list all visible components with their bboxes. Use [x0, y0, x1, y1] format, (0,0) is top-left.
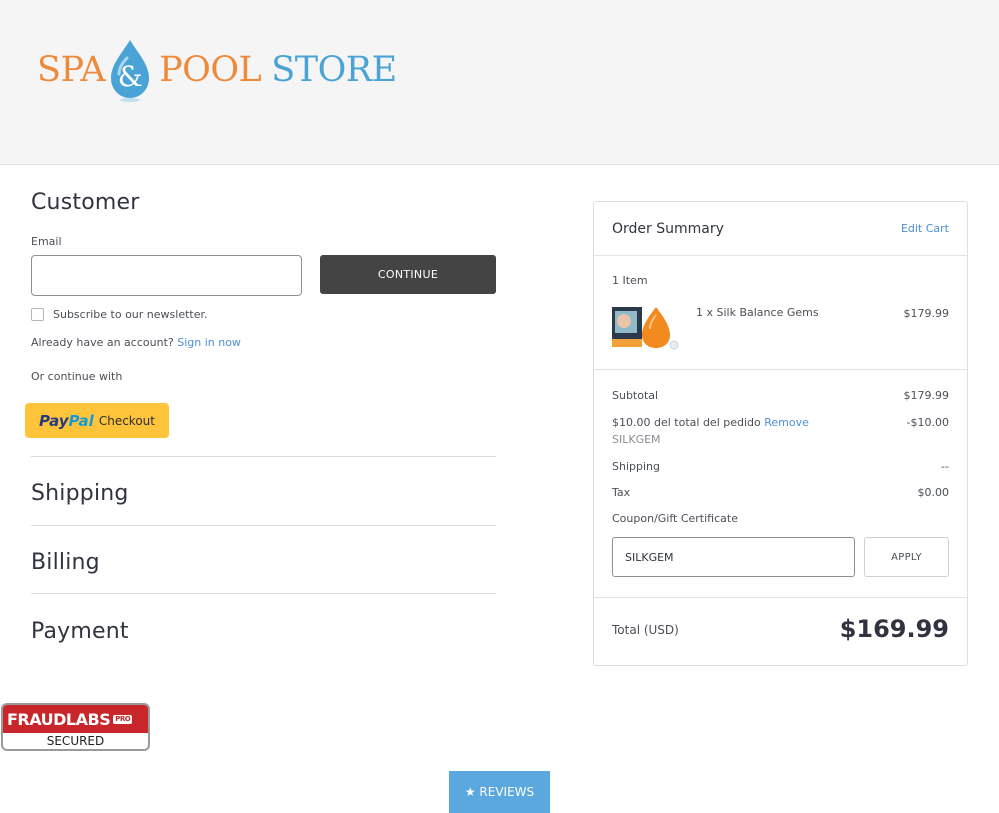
product-thumbnail[interactable]	[612, 305, 680, 351]
item-count: 1 Item	[612, 274, 648, 287]
email-input[interactable]	[31, 255, 302, 296]
discount-code: SILKGEM	[612, 433, 661, 446]
paypal-logo-pal: Pal	[68, 411, 94, 430]
summary-divider	[594, 369, 967, 370]
fraudlabs-brand: FRAUDLABS	[7, 709, 111, 729]
account-prompt: Already have an account? Sign in now	[31, 336, 241, 349]
account-prompt-text: Already have an account?	[31, 336, 174, 349]
fraudlabs-logo: FRAUDLABS PRO	[3, 705, 148, 733]
reviews-button[interactable]: ★ REVIEWS	[449, 771, 550, 813]
paypal-checkout-text: Checkout	[98, 413, 155, 428]
coupon-input[interactable]: SILKGEM	[612, 537, 855, 577]
sign-in-link[interactable]: Sign in now	[177, 336, 241, 349]
billing-heading: Billing	[31, 550, 100, 575]
newsletter-label: Subscribe to our newsletter.	[53, 308, 208, 321]
item-price: $179.99	[903, 307, 950, 320]
total-value: $169.99	[839, 615, 949, 643]
site-header: SPA & POOL STORE	[0, 0, 999, 165]
tax-label: Tax	[612, 486, 631, 499]
continue-button[interactable]: CONTINUE	[320, 255, 496, 294]
fraudlabs-pro-tag: PRO	[113, 714, 133, 724]
logo-word-pool: POOL	[159, 50, 262, 90]
order-summary: Order Summary Edit Cart 1 Item 1 x Silk …	[593, 201, 968, 666]
total-label: Total (USD)	[612, 623, 679, 637]
item-name: 1 x Silk Balance Gems	[696, 306, 819, 319]
tax-value: $0.00	[917, 486, 950, 499]
discount-label: $10.00 del total del pedido	[612, 416, 761, 429]
logo-word-spa: SPA	[37, 50, 106, 90]
order-summary-title: Order Summary	[612, 221, 724, 237]
subtotal-value: $179.99	[903, 389, 950, 402]
discount-line: $10.00 del total del pedido Remove	[612, 416, 809, 429]
logo-word-store: STORE	[271, 50, 397, 90]
shipping-label: Shipping	[612, 460, 660, 473]
paypal-logo-pay: Pay	[39, 411, 69, 430]
newsletter-checkbox[interactable]	[31, 308, 44, 321]
shipping-value: --	[941, 460, 949, 473]
store-logo[interactable]: SPA & POOL STORE	[37, 34, 397, 106]
fraudlabs-badge[interactable]: FRAUDLABS PRO SECURED	[1, 703, 150, 751]
apply-coupon-button[interactable]: APPLY	[864, 537, 949, 577]
fraudlabs-secured: SECURED	[46, 734, 105, 748]
section-divider	[31, 456, 496, 457]
customer-heading: Customer	[31, 190, 140, 215]
subtotal-label: Subtotal	[612, 389, 659, 402]
section-divider	[31, 525, 496, 526]
water-drop-icon: &	[107, 38, 153, 102]
email-label: Email	[31, 235, 62, 248]
discount-value: -$10.00	[906, 416, 949, 429]
summary-divider	[594, 597, 967, 598]
or-continue-label: Or continue with	[31, 370, 123, 383]
svg-text:&: &	[118, 60, 142, 93]
section-divider	[31, 593, 496, 594]
remove-discount-link[interactable]: Remove	[764, 416, 809, 429]
coupon-link[interactable]: Coupon/Gift Certificate	[612, 512, 738, 525]
paypal-checkout-button[interactable]: Pay Pal Checkout	[25, 403, 169, 438]
shipping-heading: Shipping	[31, 481, 129, 506]
payment-heading: Payment	[31, 619, 129, 644]
summary-divider	[594, 255, 967, 256]
edit-cart-link[interactable]: Edit Cart	[901, 222, 949, 235]
